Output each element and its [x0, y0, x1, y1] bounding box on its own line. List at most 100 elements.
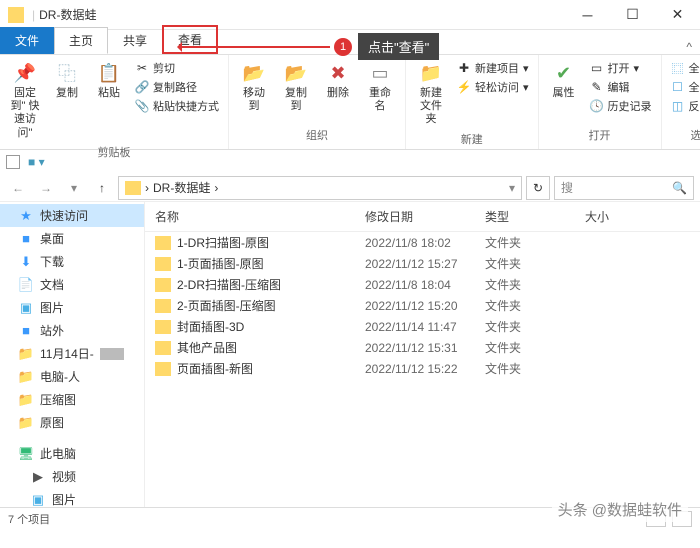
table-row[interactable]: 1-页面插图-原图2022/11/12 15:27文件夹: [145, 253, 700, 274]
folder-icon: [125, 181, 141, 195]
table-row[interactable]: 其他产品图2022/11/12 15:31文件夹: [145, 337, 700, 358]
file-pane: 名称 修改日期 类型 大小 1-DR扫描图-原图2022/11/8 18:02文…: [145, 202, 700, 507]
copypath-button[interactable]: 🔗复制路径: [132, 78, 222, 96]
dropdown-icon[interactable]: ■ ▾: [28, 155, 45, 169]
history-button[interactable]: 🕓历史记录: [587, 97, 655, 115]
refresh-button[interactable]: ↻: [526, 176, 550, 200]
callout-text: 点击"查看": [358, 33, 439, 60]
paste-icon: 📋: [97, 61, 121, 85]
sidebar-item[interactable]: ▣图片: [0, 296, 144, 319]
newfolder-button[interactable]: 📁新建 文件夹: [412, 59, 450, 129]
ribbon-group-select: ⿴全部选择 ☐全部取消 ◫反向选择 选择: [662, 55, 700, 149]
sidebar-item[interactable]: 📁压缩图: [0, 388, 144, 411]
table-row[interactable]: 2-页面插图-压缩图2022/11/12 15:20文件夹: [145, 295, 700, 316]
sidebar-item[interactable]: ▣图片: [0, 488, 144, 507]
content: ★快速访问■桌面⬇下载📄文档▣图片■站外📁11月14日-📁电脑-人📁压缩图📁原图…: [0, 202, 700, 507]
open-button[interactable]: ▭打开 ▾: [587, 59, 655, 77]
sidebar-item[interactable]: 📄文档: [0, 273, 144, 296]
sidebar-icon: ⬇: [18, 254, 34, 270]
minimize-button[interactable]: ─: [565, 0, 610, 30]
col-date[interactable]: 修改日期: [365, 208, 485, 225]
folder-icon: [155, 236, 171, 250]
copyto-button[interactable]: 📂复制到: [277, 59, 315, 115]
group-label: 选择: [691, 125, 700, 145]
sidebar-item[interactable]: ■桌面: [0, 227, 144, 250]
sidebar-item[interactable]: ▶ 视频: [0, 465, 144, 488]
table-row[interactable]: 1-DR扫描图-原图2022/11/8 18:02文件夹: [145, 232, 700, 253]
tab-share[interactable]: 共享: [108, 27, 162, 54]
selectall-button[interactable]: ⿴全部选择: [668, 59, 700, 77]
shortcut-button[interactable]: 📎粘贴快捷方式: [132, 97, 222, 115]
file-type: 文件夹: [485, 297, 585, 314]
file-date: 2022/11/14 11:47: [365, 320, 485, 334]
file-date: 2022/11/12 15:27: [365, 257, 485, 271]
props-button[interactable]: ✔属性: [545, 59, 583, 102]
table-row[interactable]: 封面插图-3D2022/11/14 11:47文件夹: [145, 316, 700, 337]
breadcrumb-seg[interactable]: DR-数据蛙: [153, 179, 210, 196]
table-row[interactable]: 2-DR扫描图-压缩图2022/11/8 18:04文件夹: [145, 274, 700, 295]
arrow-icon: [180, 46, 330, 48]
rename-button[interactable]: ▭重命名: [361, 59, 399, 115]
selectnone-icon: ☐: [671, 80, 685, 94]
sidebar-item-pc[interactable]: 🖥此电脑: [0, 442, 144, 465]
move-icon: 📂: [242, 61, 266, 85]
file-type: 文件夹: [485, 234, 585, 251]
sidebar-label: 11月14日-: [40, 345, 94, 362]
sidebar-item[interactable]: ⬇ 下载: [0, 250, 144, 273]
open-icon: ▭: [590, 61, 604, 75]
selectnone-button[interactable]: ☐全部取消: [668, 78, 700, 96]
props-icon: ✔: [552, 61, 576, 85]
close-button[interactable]: ✕: [655, 0, 700, 30]
file-type: 文件夹: [485, 339, 585, 356]
edit-button[interactable]: ✎编辑: [587, 78, 655, 96]
maximize-button[interactable]: ☐: [610, 0, 655, 30]
forward-button[interactable]: →: [34, 176, 58, 200]
search-input[interactable]: 搜 🔍: [554, 176, 694, 200]
newitem-button[interactable]: ✚新建项目 ▾: [454, 59, 532, 77]
ribbon: 📌固定到" 快速访问" ⿻复制 📋粘贴 ✂剪切 🔗复制路径 📎粘贴快捷方式 剪贴…: [0, 55, 700, 150]
invert-button[interactable]: ◫反向选择: [668, 97, 700, 115]
cut-icon: ✂: [135, 61, 149, 75]
file-name: 2-页面插图-压缩图: [177, 297, 276, 314]
pin-button[interactable]: 📌固定到" 快速访问": [6, 59, 44, 142]
tab-file[interactable]: 文件: [0, 27, 54, 54]
tab-home[interactable]: 主页: [54, 27, 108, 54]
sidebar-item[interactable]: ■站外: [0, 319, 144, 342]
sidebar-label: 视频: [52, 468, 76, 485]
back-button[interactable]: ←: [6, 176, 30, 200]
ribbon-group-clipboard: 📌固定到" 快速访问" ⿻复制 📋粘贴 ✂剪切 🔗复制路径 📎粘贴快捷方式 剪贴…: [0, 55, 229, 149]
sidebar-item[interactable]: ★快速访问: [0, 204, 144, 227]
cut-button[interactable]: ✂剪切: [132, 59, 222, 77]
file-name: 其他产品图: [177, 339, 237, 356]
paste-button[interactable]: 📋粘贴: [90, 59, 128, 102]
sidebar-item[interactable]: 📁电脑-人: [0, 365, 144, 388]
sidebar-label: 下载: [40, 253, 64, 270]
sidebar-label: 桌面: [40, 230, 64, 247]
col-type[interactable]: 类型: [485, 208, 585, 225]
ribbon-group-open: ✔属性 ▭打开 ▾ ✎编辑 🕓历史记录 打开: [539, 55, 662, 149]
watermark: 头条 @数据蛙软件: [552, 497, 688, 522]
moveto-button[interactable]: 📂移动到: [235, 59, 273, 115]
copy-button[interactable]: ⿻复制: [48, 59, 86, 102]
recent-button[interactable]: ▾: [62, 176, 86, 200]
sidebar-icon: 📁: [18, 392, 34, 408]
pc-icon: 🖥: [18, 446, 34, 462]
sidebar-icon: ★: [18, 208, 34, 224]
dropdown-icon[interactable]: ▾: [509, 181, 515, 195]
col-name[interactable]: 名称: [155, 208, 365, 225]
sidebar-item[interactable]: 📁11月14日-: [0, 342, 144, 365]
chevron-icon: ›: [214, 181, 218, 195]
ribbon-group-organize: 📂移动到 📂复制到 ✖删除 ▭重命名 组织: [229, 55, 406, 149]
easyaccess-button[interactable]: ⚡轻松访问 ▾: [454, 78, 532, 96]
sidebar-item[interactable]: 📁原图: [0, 411, 144, 434]
breadcrumb[interactable]: › DR-数据蛙 › ▾: [118, 176, 522, 200]
ribbon-collapse-icon[interactable]: ^: [686, 40, 692, 54]
select-checkbox[interactable]: [6, 155, 20, 169]
sidebar-icon: 📁: [18, 415, 34, 431]
up-button[interactable]: ↑: [90, 176, 114, 200]
table-row[interactable]: 页面插图-新图2022/11/12 15:22文件夹: [145, 358, 700, 379]
col-size[interactable]: 大小: [585, 208, 690, 225]
sidebar-icon: ▶: [30, 469, 46, 485]
delete-button[interactable]: ✖删除: [319, 59, 357, 102]
search-icon: 🔍: [672, 181, 687, 195]
